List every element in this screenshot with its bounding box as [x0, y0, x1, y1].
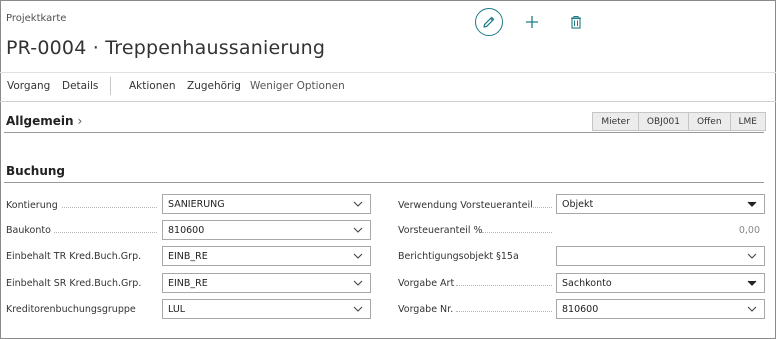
field-row-berichtigungsobjekt: Berichtigungsobjekt §15a: [398, 246, 519, 266]
section-allgemein-header[interactable]: Allgemein ›: [6, 114, 82, 128]
new-button[interactable]: [522, 12, 542, 32]
vorgabe-nr-select[interactable]: 810600: [556, 299, 765, 319]
chip-objekt: OBJ001: [638, 112, 689, 131]
field-value: EINB_RE: [168, 277, 208, 289]
trash-icon: [571, 15, 581, 29]
chevron-down-icon: [353, 280, 363, 286]
field-label: Vorsteueranteil %: [398, 224, 483, 236]
action-bar: Vorgang Details Aktionen Zugehörig Wenig…: [0, 74, 776, 98]
field-label: Verwendung Vorsteueranteil: [398, 199, 533, 211]
baukonto-select[interactable]: 810600: [162, 220, 371, 240]
section-title: Allgemein: [6, 114, 74, 128]
field-value: Sachkonto: [562, 277, 612, 289]
field-value: SANIERUNG: [168, 198, 225, 210]
field-row-verwendung-vorsteueranteil: Verwendung Vorsteueranteil: [398, 195, 533, 215]
chip-lme: LME: [730, 112, 766, 131]
chip-mieter: Mieter: [592, 112, 639, 131]
field-row-einbehalt-tr: Einbehalt TR Kred.Buch.Grp.: [6, 246, 141, 266]
chevron-right-icon: ›: [77, 114, 83, 128]
section-divider: [4, 132, 764, 133]
chevron-down-icon: [353, 227, 363, 233]
field-value: EINB_RE: [168, 250, 208, 262]
vorsteueranteil-field: 0,00: [556, 220, 765, 240]
kreditorenbuchungsgruppe-select[interactable]: LUL: [162, 299, 371, 319]
vorgabe-art-select[interactable]: Sachkonto: [556, 273, 765, 293]
kontierung-select[interactable]: SANIERUNG: [162, 194, 371, 214]
menu-vorgang[interactable]: Vorgang: [7, 80, 50, 92]
field-row-vorgabe-art: Vorgabe Art: [398, 273, 454, 293]
field-row-baukonto: Baukonto: [6, 220, 51, 240]
chevron-down-icon: [353, 201, 363, 207]
field-row-kontierung: Kontierung: [6, 195, 58, 215]
chevron-down-icon: [353, 253, 363, 259]
pencil-icon: [483, 16, 495, 28]
summary-chips: Mieter OBJ001 Offen LME: [592, 112, 766, 131]
field-row-einbehalt-sr: Einbehalt SR Kred.Buch.Grp.: [6, 273, 141, 293]
delete-button[interactable]: [566, 12, 586, 32]
menu-divider: [0, 101, 776, 102]
field-label: Kreditorenbuchungsgruppe: [6, 303, 136, 315]
chevron-down-icon: [353, 306, 363, 312]
einbehalt-sr-select[interactable]: EINB_RE: [162, 273, 371, 293]
field-label: Einbehalt TR Kred.Buch.Grp.: [6, 250, 142, 262]
menu-details[interactable]: Details: [62, 80, 98, 92]
field-label: Vorgabe Art: [398, 277, 455, 289]
field-row-vorgabe-nr: Vorgabe Nr.: [398, 299, 453, 319]
label-leader: [528, 207, 552, 208]
chevron-down-icon: [747, 201, 757, 207]
field-value: 0,00: [738, 224, 760, 236]
field-row-vorsteueranteil: Vorsteueranteil %: [398, 220, 483, 240]
field-label: Einbehalt SR Kred.Buch.Grp.: [6, 277, 142, 289]
field-label: Baukonto: [6, 224, 51, 236]
page-caption: Projektkarte: [6, 13, 67, 24]
chevron-down-icon: [747, 306, 757, 312]
field-label: Berichtigungsobjekt §15a: [398, 250, 519, 262]
label-leader: [54, 232, 157, 233]
field-value: Objekt: [562, 198, 594, 210]
menu-weniger-optionen[interactable]: Weniger Optionen: [250, 80, 345, 92]
edit-button[interactable]: [475, 8, 503, 36]
header-divider: [0, 72, 776, 73]
menu-separator: [110, 77, 111, 95]
label-leader: [456, 311, 552, 312]
plus-icon: [526, 16, 538, 28]
group-divider: [4, 182, 764, 183]
field-label: Vorgabe Nr.: [398, 303, 454, 315]
einbehalt-tr-select[interactable]: EINB_RE: [162, 246, 371, 266]
label-leader: [482, 232, 552, 233]
field-label: Kontierung: [6, 199, 58, 211]
menu-aktionen[interactable]: Aktionen: [129, 80, 176, 92]
page-title: PR-0004 · Treppenhaussanierung: [6, 37, 326, 59]
menu-zugehoerig[interactable]: Zugehörig: [187, 80, 241, 92]
label-leader: [62, 207, 157, 208]
field-value: LUL: [168, 303, 186, 315]
field-value: 810600: [168, 224, 205, 236]
field-value: 810600: [562, 303, 599, 315]
verwendung-vorsteueranteil-select[interactable]: Objekt: [556, 194, 765, 214]
label-leader: [456, 285, 552, 286]
chevron-down-icon: [747, 253, 757, 259]
chip-status: Offen: [689, 112, 731, 131]
group-title: Buchung: [6, 164, 66, 178]
berichtigungsobjekt-select[interactable]: [556, 246, 765, 266]
field-row-kreditorenbuchungsgruppe: Kreditorenbuchungsgruppe: [6, 299, 136, 319]
chevron-down-icon: [747, 280, 757, 286]
